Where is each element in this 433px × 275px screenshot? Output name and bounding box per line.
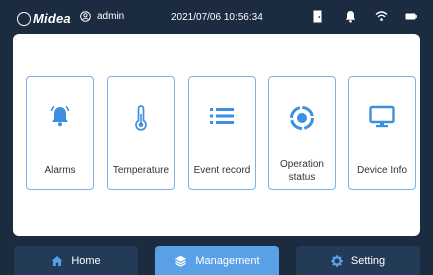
brand-name: Midea xyxy=(33,11,71,26)
alarms-card[interactable]: Alarms xyxy=(26,76,94,190)
thermometer-icon xyxy=(135,105,147,131)
alarms-label: Alarms xyxy=(44,165,76,176)
event-record-label: Event record xyxy=(193,165,251,176)
management-panel: Alarms Temperature Event record Operatio… xyxy=(13,34,420,236)
battery-icon xyxy=(405,13,417,20)
operation-status-card[interactable]: Operation status xyxy=(268,76,336,190)
temperature-card[interactable]: Temperature xyxy=(107,76,175,190)
user-icon xyxy=(80,11,91,22)
brand-logo: Midea xyxy=(17,11,71,26)
monitor-icon xyxy=(369,105,395,128)
status-bar: Midea admin 2021/07/06 10:56:34 xyxy=(0,0,433,34)
gear-icon xyxy=(331,254,343,267)
door-icon[interactable] xyxy=(313,10,322,23)
nav-setting-label: Setting xyxy=(350,254,386,267)
wifi-icon[interactable] xyxy=(375,10,388,22)
nav-setting-button[interactable]: Setting xyxy=(296,246,420,275)
temperature-label: Temperature xyxy=(112,165,170,176)
bell-icon xyxy=(50,105,70,127)
user-name: admin xyxy=(97,11,125,22)
device-info-card[interactable]: Device Info xyxy=(348,76,416,190)
operation-status-label: Operation status xyxy=(280,159,324,183)
device-info-label: Device Info xyxy=(356,165,408,176)
nav-home-label: Home xyxy=(71,254,101,267)
brand-logo-mark xyxy=(17,11,31,26)
list-icon xyxy=(210,108,234,124)
nav-management-button[interactable]: Management xyxy=(155,246,279,275)
datetime: 2021/07/06 10:56:34 xyxy=(171,12,263,23)
nav-management-label: Management xyxy=(195,254,260,267)
user-indicator[interactable]: admin xyxy=(80,11,124,22)
nav-home-button[interactable]: Home xyxy=(14,246,138,275)
event-record-card[interactable]: Event record xyxy=(188,76,256,190)
bell-icon[interactable] xyxy=(345,10,356,23)
layers-icon xyxy=(175,255,187,267)
home-icon xyxy=(51,255,63,266)
status-ring-icon xyxy=(290,106,314,130)
